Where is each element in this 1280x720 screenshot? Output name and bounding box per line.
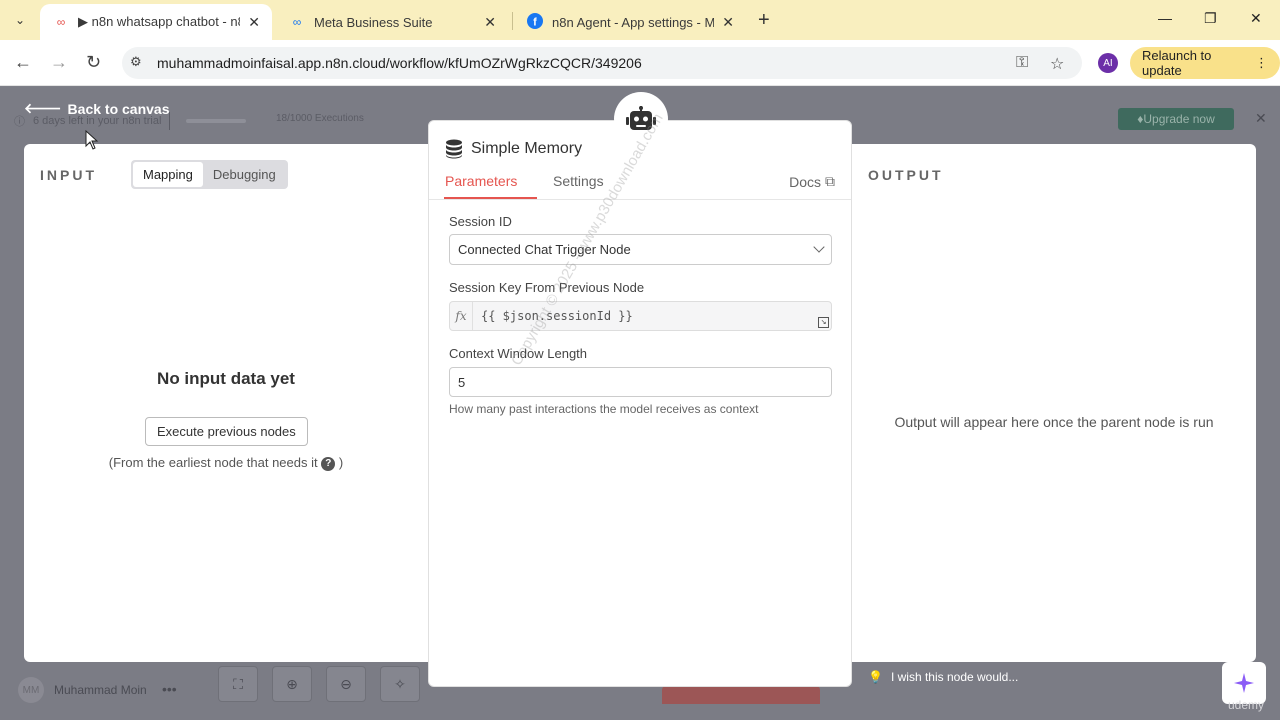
browser-tab-strip: ⌄ ∞ ▶ n8n whatsapp chatbot - n8n ✕ ∞ Met… bbox=[0, 0, 1280, 40]
svg-text:f: f bbox=[533, 16, 537, 28]
input-panel: INPUT Mapping Debugging No input data ye… bbox=[24, 144, 428, 662]
expression-fx-icon: fx bbox=[450, 302, 473, 330]
node-tabs: Parameters Settings Docs ⧉ bbox=[429, 173, 851, 200]
relaunch-button[interactable]: Relaunch to update ⋮ bbox=[1130, 47, 1280, 79]
profile-avatar[interactable]: AI bbox=[1098, 53, 1118, 73]
bookmark-star-icon[interactable]: ☆ bbox=[1050, 54, 1064, 74]
upgrade-button[interactable]: ♦ Upgrade now bbox=[1118, 108, 1234, 130]
reload-icon[interactable]: ↻ bbox=[86, 52, 101, 73]
mapping-tab[interactable]: Mapping bbox=[133, 162, 203, 187]
tidy-up-icon[interactable]: ✧ bbox=[380, 666, 420, 702]
node-settings-panel: Simple Memory Parameters Settings Docs ⧉… bbox=[428, 120, 852, 687]
udemy-watermark: udemy bbox=[1228, 698, 1265, 712]
user-avatar[interactable]: MM bbox=[18, 677, 44, 703]
lightbulb-icon: 💡 bbox=[868, 670, 883, 684]
n8n-favicon-icon: ∞ bbox=[56, 15, 66, 29]
new-tab-plus-icon[interactable]: + bbox=[758, 9, 770, 32]
tab-meta-business-suite[interactable]: ∞ Meta Business Suite ✕ bbox=[276, 4, 508, 40]
chevron-down-icon bbox=[813, 241, 825, 253]
forward-arrow-icon[interactable]: → bbox=[50, 52, 68, 73]
context-window-hint: How many past interactions the model rec… bbox=[449, 402, 759, 416]
tab-parameters[interactable]: Parameters bbox=[445, 173, 517, 197]
active-tab-indicator bbox=[444, 197, 537, 199]
tab-n8n-agent-app-settings[interactable]: f n8n Agent - App settings - Met ✕ bbox=[514, 4, 746, 40]
close-tab-icon[interactable]: ✕ bbox=[722, 14, 734, 31]
back-to-canvas-link[interactable]: 🡐 Back to canvas bbox=[24, 100, 170, 117]
site-info-icon[interactable]: ⚙ bbox=[130, 54, 142, 70]
zoom-out-icon[interactable]: ⊖ bbox=[326, 666, 366, 702]
no-input-title: No input data yet bbox=[157, 369, 295, 388]
close-window-icon[interactable]: ✕ bbox=[1250, 10, 1262, 27]
output-empty-message: Output will appear here once the parent … bbox=[894, 414, 1214, 430]
back-arrow-icon[interactable]: ← bbox=[14, 52, 32, 73]
help-question-icon[interactable]: ? bbox=[321, 456, 336, 471]
output-panel: OUTPUT Output will appear here once the … bbox=[852, 144, 1256, 662]
execute-workflow-button[interactable] bbox=[662, 686, 820, 704]
zoom-in-icon[interactable]: ⊕ bbox=[272, 666, 312, 702]
sparkle-icon bbox=[1234, 673, 1254, 693]
close-node-view-icon[interactable]: ✕ bbox=[1255, 110, 1267, 127]
minimize-window-icon[interactable]: — bbox=[1158, 10, 1172, 26]
input-mode-toggle: Mapping Debugging bbox=[131, 160, 288, 189]
close-tab-icon[interactable]: ✕ bbox=[484, 14, 496, 31]
user-name: Muhammad Moin bbox=[54, 683, 147, 697]
tab-settings[interactable]: Settings bbox=[553, 173, 604, 197]
address-bar[interactable]: ⚙ muhammadmoinfaisal.app.n8n.cloud/workf… bbox=[122, 47, 1082, 79]
external-link-icon: ⧉ bbox=[825, 173, 835, 189]
session-id-label: Session ID bbox=[449, 214, 512, 229]
password-key-icon[interactable]: ⚿ bbox=[1016, 54, 1028, 72]
browser-toolbar: ← → ↻ ⚙ muhammadmoinfaisal.app.n8n.cloud… bbox=[0, 40, 1280, 86]
user-menu-dots-icon[interactable]: ••• bbox=[162, 681, 177, 697]
expand-editor-icon[interactable]: ↘ bbox=[818, 317, 829, 328]
close-tab-icon[interactable]: ✕ bbox=[248, 14, 260, 31]
url-text[interactable]: muhammadmoinfaisal.app.n8n.cloud/workflo… bbox=[157, 55, 642, 71]
session-id-select[interactable]: Connected Chat Trigger Node bbox=[449, 234, 832, 265]
input-title: INPUT bbox=[40, 167, 97, 183]
tab-separator bbox=[512, 12, 513, 30]
tab-n8n-chatbot[interactable]: ∞ ▶ n8n whatsapp chatbot - n8n ✕ bbox=[40, 4, 272, 40]
executions-progress-bar bbox=[186, 119, 247, 123]
more-menu-icon[interactable]: ⋮ bbox=[1255, 55, 1268, 71]
mouse-cursor-icon bbox=[85, 130, 99, 150]
restore-window-icon[interactable]: ❐ bbox=[1204, 10, 1217, 27]
context-window-input[interactable]: 5 bbox=[449, 367, 832, 397]
facebook-favicon-icon: f bbox=[526, 12, 544, 32]
executions-count: 18/1000 Executions bbox=[276, 113, 364, 124]
session-key-expression-input[interactable]: fx {{ $json.sessionId }} ↘ bbox=[449, 301, 832, 331]
tab-search-chevron-icon[interactable]: ⌄ bbox=[8, 8, 32, 32]
execute-previous-nodes-button[interactable]: Execute previous nodes bbox=[145, 417, 308, 446]
earliest-node-note: (From the earliest node that needs it ? … bbox=[108, 455, 344, 471]
node-title[interactable]: Simple Memory bbox=[471, 140, 582, 158]
docs-link[interactable]: Docs ⧉ bbox=[789, 173, 835, 190]
meta-favicon-icon: ∞ bbox=[292, 15, 302, 29]
database-icon bbox=[446, 139, 462, 159]
feedback-prompt[interactable]: 💡 I wish this node would... bbox=[868, 670, 1018, 684]
debugging-tab[interactable]: Debugging bbox=[203, 162, 286, 187]
output-title: OUTPUT bbox=[868, 167, 944, 183]
arrow-left-icon: 🡐 bbox=[24, 100, 62, 116]
fit-view-icon[interactable]: ⛶ bbox=[218, 666, 258, 702]
